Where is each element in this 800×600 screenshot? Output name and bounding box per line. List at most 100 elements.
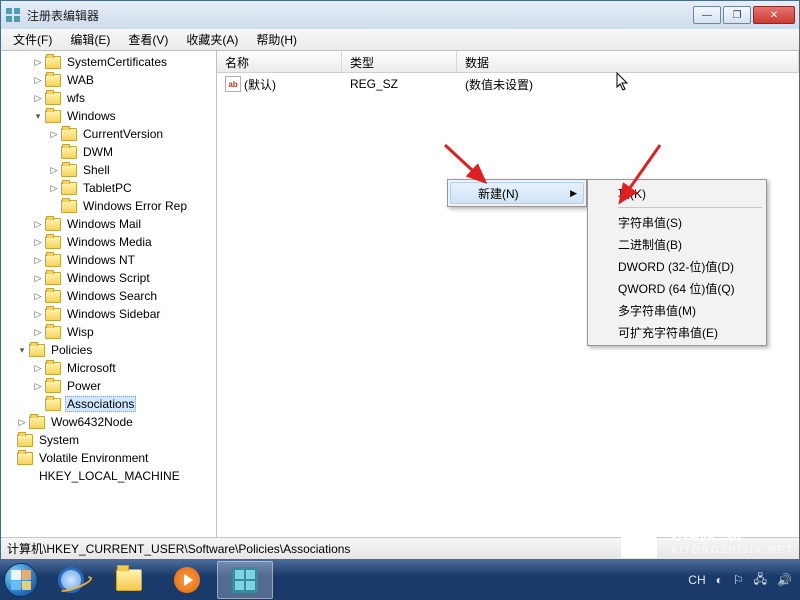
context-new-key[interactable]: 项(K) (590, 182, 764, 204)
ime-indicator[interactable]: CH (688, 573, 705, 587)
tree-node[interactable]: ▷Windows Mail (3, 215, 216, 233)
minimize-button[interactable]: — (693, 6, 721, 24)
tray-volume-icon[interactable]: 🔊 (777, 573, 792, 587)
column-type[interactable]: 类型 (342, 51, 457, 72)
folder-icon (61, 182, 77, 195)
menubar: 文件(F) 编辑(E) 查看(V) 收藏夹(A) 帮助(H) (1, 29, 799, 51)
expander-icon[interactable]: ▷ (31, 217, 45, 231)
context-separator (618, 207, 762, 208)
watermark-logo-icon (615, 516, 663, 558)
tree-node[interactable]: ▷Windows Sidebar (3, 305, 216, 323)
tree-node[interactable]: ▷CurrentVersion (3, 125, 216, 143)
tree-node[interactable]: ▷Power (3, 377, 216, 395)
tree-node[interactable]: ▷Wisp (3, 323, 216, 341)
menu-help[interactable]: 帮助(H) (248, 29, 305, 50)
column-name[interactable]: 名称 (217, 51, 342, 72)
folder-icon (45, 398, 61, 411)
expander-icon[interactable]: ▷ (31, 379, 45, 393)
menu-file[interactable]: 文件(F) (5, 29, 60, 50)
expander-icon[interactable]: ▷ (31, 55, 45, 69)
tree-node[interactable]: ▷Windows NT (3, 251, 216, 269)
context-new-qword[interactable]: QWORD (64 位)值(Q) (590, 277, 764, 299)
tree-node-selected[interactable]: Associations (3, 395, 216, 413)
close-button[interactable]: ✕ (753, 6, 795, 24)
tray-help-icon[interactable]: ◐ (716, 573, 723, 587)
folder-icon (17, 434, 33, 447)
expander-icon[interactable]: ▷ (31, 289, 45, 303)
expander-icon[interactable]: ▷ (47, 181, 61, 195)
list-body: ab (默认) REG_SZ (数值未设置) (217, 73, 799, 95)
tree-node[interactable]: ▷wfs (3, 89, 216, 107)
list-row[interactable]: ab (默认) REG_SZ (数值未设置) (217, 75, 799, 93)
expander-icon[interactable]: ▷ (47, 163, 61, 177)
statusbar-path: 计算机\HKEY_CURRENT_USER\Software\Policies\… (7, 540, 350, 557)
context-new-dword[interactable]: DWORD (32-位)值(D) (590, 255, 764, 277)
taskbar-ie[interactable] (43, 561, 99, 599)
registry-tree: ▷SystemCertificates ▷WAB ▷wfs ▾Windows ▷… (1, 51, 216, 487)
folder-icon (29, 416, 45, 429)
tree-node[interactable]: ▷WAB (3, 71, 216, 89)
tree-node[interactable]: ▷Windows Search (3, 287, 216, 305)
taskbar-regedit[interactable] (217, 561, 273, 599)
expander-icon[interactable]: ▷ (31, 235, 45, 249)
tree-node[interactable]: ▷Microsoft (3, 359, 216, 377)
tree-node[interactable]: ▷Windows Media (3, 233, 216, 251)
tray-network-icon[interactable]: 🖧 (754, 570, 767, 591)
tree-node[interactable]: System (3, 431, 216, 449)
folder-icon (45, 290, 61, 303)
taskbar-explorer[interactable] (101, 561, 157, 599)
tree-node[interactable]: HKEY_LOCAL_MACHINE (3, 467, 216, 485)
taskbar-media-player[interactable] (159, 561, 215, 599)
tree-node[interactable]: ▾Windows (3, 107, 216, 125)
tree-node[interactable]: ▷SystemCertificates (3, 53, 216, 71)
folder-icon (45, 272, 61, 285)
folder-icon (61, 200, 77, 213)
tree-node[interactable]: ▾Policies (3, 341, 216, 359)
folder-icon (45, 362, 61, 375)
expander-icon[interactable]: ▷ (31, 307, 45, 321)
menu-favorites[interactable]: 收藏夹(A) (178, 29, 246, 50)
tree-node[interactable]: ▷TabletPC (3, 179, 216, 197)
tree-pane[interactable]: ▷SystemCertificates ▷WAB ▷wfs ▾Windows ▷… (1, 51, 217, 537)
expander-icon[interactable]: ▷ (47, 127, 61, 141)
context-new-binary[interactable]: 二进制值(B) (590, 233, 764, 255)
context-new-multistring[interactable]: 多字符串值(M) (590, 299, 764, 321)
tree-node[interactable]: ▷Shell (3, 161, 216, 179)
expander-icon[interactable]: ▷ (31, 91, 45, 105)
context-new-string[interactable]: 字符串值(S) (590, 211, 764, 233)
folder-icon (29, 344, 45, 357)
titlebar[interactable]: 注册表编辑器 — ❐ ✕ (1, 1, 799, 29)
tree-node[interactable]: ▷Wow6432Node (3, 413, 216, 431)
context-new-expandstring[interactable]: 可扩充字符串值(E) (590, 321, 764, 343)
start-button[interactable] (0, 560, 42, 600)
submenu-arrow-icon: ▶ (570, 188, 577, 199)
window-controls: — ❐ ✕ (693, 6, 795, 24)
expander-icon[interactable]: ▾ (31, 109, 45, 123)
column-data[interactable]: 数据 (457, 51, 799, 72)
expander-icon[interactable]: ▷ (31, 73, 45, 87)
expander-icon[interactable]: ▷ (31, 253, 45, 267)
tree-node[interactable]: ▷Windows Script (3, 269, 216, 287)
expander-icon[interactable]: ▷ (31, 271, 45, 285)
watermark-subtext: XITONGZHIJIA.NET (671, 545, 795, 556)
windows-logo-icon (4, 563, 38, 597)
tree-node[interactable]: DWM (3, 143, 216, 161)
system-tray[interactable]: CH ◐ ⚐ 🖧 🔊 (680, 570, 800, 591)
folder-icon (45, 92, 61, 105)
folder-icon (45, 218, 61, 231)
taskbar[interactable]: CH ◐ ⚐ 🖧 🔊 (0, 560, 800, 600)
list-pane[interactable]: 名称 类型 数据 ab (默认) REG_SZ (数值未设置) 新建(N) (217, 51, 799, 537)
expander-icon[interactable]: ▷ (15, 415, 29, 429)
expander-icon[interactable]: ▾ (15, 343, 29, 357)
maximize-button[interactable]: ❐ (723, 6, 751, 24)
expander-icon[interactable]: ▷ (31, 361, 45, 375)
tree-node[interactable]: Volatile Environment (3, 449, 216, 467)
expander-icon[interactable]: ▷ (31, 325, 45, 339)
folder-icon (17, 452, 33, 465)
menu-edit[interactable]: 编辑(E) (62, 29, 118, 50)
tray-flag-icon[interactable]: ⚐ (733, 573, 744, 587)
context-menu: 新建(N) ▶ (447, 179, 587, 207)
menu-view[interactable]: 查看(V) (120, 29, 176, 50)
tree-node[interactable]: Windows Error Rep (3, 197, 216, 215)
context-new[interactable]: 新建(N) ▶ (450, 182, 584, 204)
